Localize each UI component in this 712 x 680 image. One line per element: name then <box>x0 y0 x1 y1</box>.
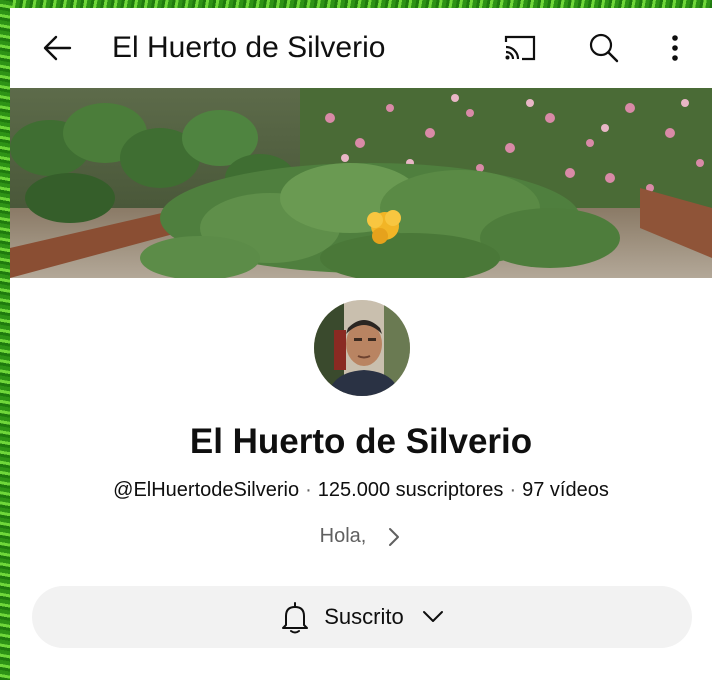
back-button[interactable] <box>38 28 78 68</box>
description-text: Hola, <box>319 525 367 547</box>
more-options-button[interactable] <box>658 28 692 68</box>
subscribed-button-content: Suscrito <box>32 586 692 648</box>
search-icon <box>589 33 619 63</box>
cast-icon <box>504 35 536 61</box>
search-button[interactable] <box>584 28 624 68</box>
video-count: 97 vídeos <box>522 479 609 501</box>
chevron-right-icon <box>389 527 400 546</box>
page-title: El Huerto de Silverio <box>112 31 386 64</box>
channel-name: El Huerto de Silverio <box>189 422 533 461</box>
bell-icon <box>282 602 309 634</box>
channel-handle: @ElHuertodeSilverio <box>113 479 300 501</box>
banner-image <box>10 88 712 278</box>
avatar-image <box>314 300 410 396</box>
top-app-bar: El Huerto de Silverio <box>10 8 712 86</box>
arrow-left-icon <box>43 35 72 61</box>
subscriber-count: 125.000 suscriptores <box>317 479 504 501</box>
channel-banner <box>10 88 712 278</box>
channel-description[interactable]: Hola, <box>10 522 712 550</box>
subscribed-label: Suscrito <box>324 604 404 629</box>
subscribed-button[interactable]: Suscrito <box>32 586 692 648</box>
meta-separator: · <box>509 479 517 501</box>
channel-page: El Huerto de Silverio El Huerto de Silve… <box>10 8 712 680</box>
meta-separator: · <box>305 479 312 501</box>
cast-button[interactable] <box>500 28 540 68</box>
channel-meta: @ElHuertodeSilverio · 125.000 suscriptores… <box>10 476 712 504</box>
channel-avatar[interactable] <box>314 300 410 396</box>
more-vertical-icon <box>672 35 678 61</box>
chevron-down-icon <box>422 611 443 622</box>
